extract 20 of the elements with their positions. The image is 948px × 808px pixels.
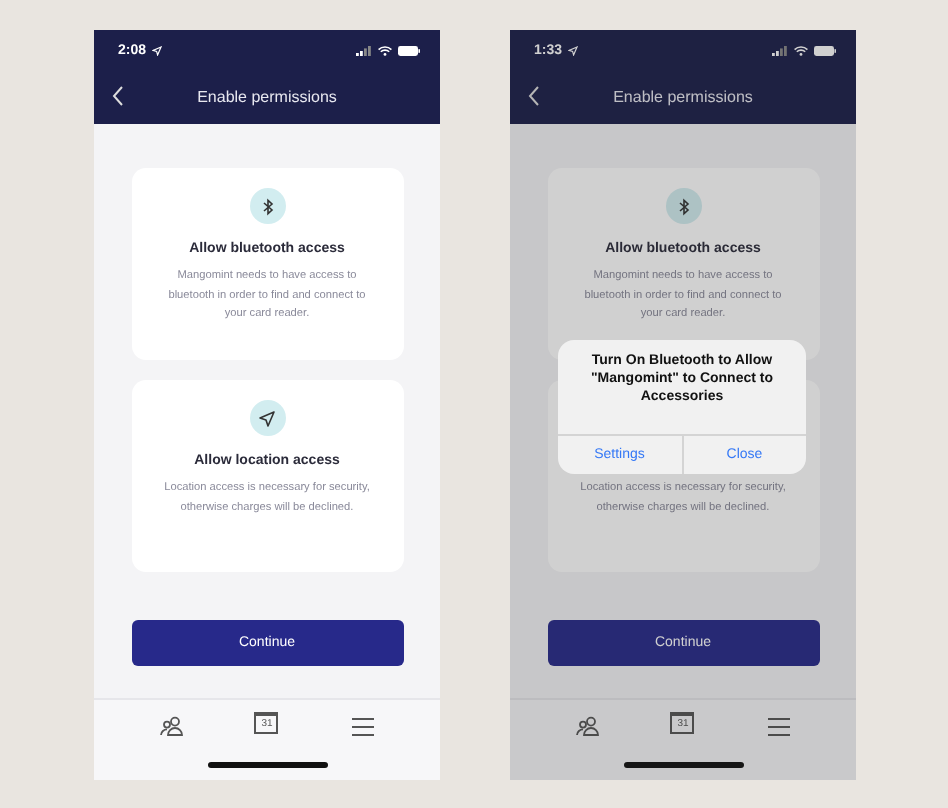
- people-icon[interactable]: [571, 712, 604, 740]
- back-icon[interactable]: [112, 86, 124, 106]
- battery-icon: [814, 45, 836, 55]
- wifi-icon: [794, 45, 808, 55]
- people-icon[interactable]: [155, 712, 188, 740]
- home-indicator: [207, 762, 327, 767]
- screen-title: Enable permissions: [197, 88, 337, 106]
- menu-icon[interactable]: [762, 712, 795, 740]
- home-indicator: [623, 762, 743, 767]
- signal-icon: [772, 45, 788, 55]
- bluetooth-icon: [249, 188, 285, 224]
- location-arrow-icon: [568, 45, 579, 55]
- location-arrow-icon: [152, 45, 163, 55]
- menu-icon[interactable]: [346, 712, 379, 740]
- battery-icon: [398, 45, 420, 55]
- screen-title: Enable permissions: [613, 88, 753, 106]
- back-icon[interactable]: [528, 86, 540, 106]
- signal-icon: [356, 45, 372, 55]
- bluetooth-icon: [665, 188, 701, 224]
- wifi-icon: [378, 45, 392, 55]
